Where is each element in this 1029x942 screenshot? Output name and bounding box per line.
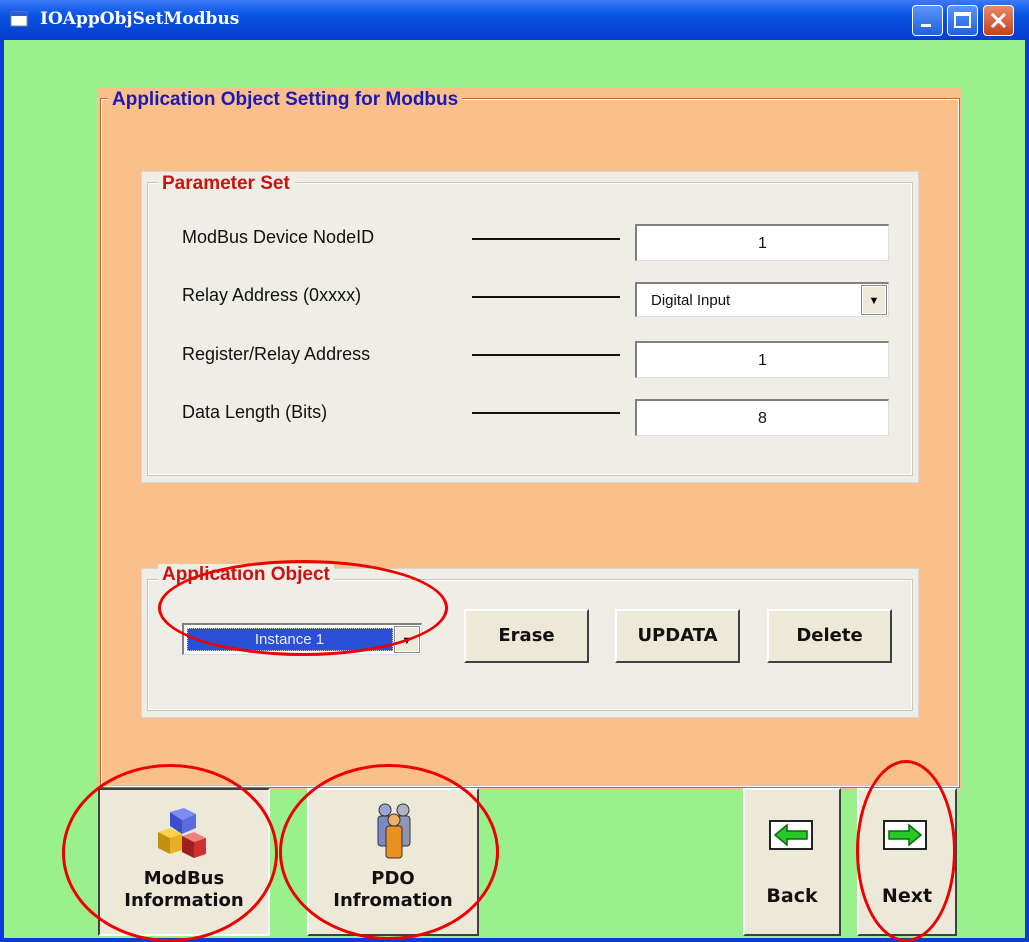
updata-button[interactable]: UPDATA — [615, 609, 740, 663]
parameter-set-panel: Parameter Set ModBus Device NodeID 1 Rel… — [141, 171, 919, 483]
minimize-icon — [921, 24, 931, 27]
back-button[interactable]: Back — [743, 788, 841, 936]
application-object-setting-group: Application Object Setting for Modbus Pa… — [98, 88, 962, 790]
maximize-button[interactable] — [947, 5, 978, 36]
data-length-leader-line — [472, 412, 620, 414]
group-title: Application Object Setting for Modbus — [108, 89, 463, 111]
back-label: Back — [766, 885, 818, 907]
register-address-input[interactable]: 1 — [635, 341, 889, 378]
register-address-leader-line — [472, 354, 620, 356]
chevron-down-icon[interactable]: ▼ — [861, 285, 887, 315]
register-address-label: Register/Relay Address — [182, 344, 371, 364]
annotation-circle-modbus — [62, 764, 278, 942]
nodeid-label: ModBus Device NodeID — [182, 227, 375, 247]
relay-address-label: Relay Address (0xxxx) — [182, 285, 362, 305]
data-length-label: Data Length (Bits) — [182, 402, 328, 422]
erase-button[interactable]: Erase — [464, 609, 589, 663]
relay-address-value: Digital Input — [651, 292, 731, 309]
minimize-button[interactable] — [912, 5, 943, 36]
maximize-icon — [954, 12, 971, 28]
annotation-circle-pdo — [279, 764, 499, 940]
delete-button[interactable]: Delete — [767, 609, 892, 663]
data-length-input[interactable]: 8 — [635, 399, 889, 436]
annotation-circle-next — [856, 760, 956, 942]
nodeid-leader-line — [472, 238, 620, 240]
arrow-left-icon — [769, 820, 813, 850]
window-title: IOAppObjSetModbus — [40, 9, 240, 29]
relay-address-leader-line — [472, 296, 620, 298]
title-bar[interactable]: IOAppObjSetModbus — [0, 0, 1029, 40]
app-icon — [10, 11, 28, 27]
parameter-set-title: Parameter Set — [158, 173, 294, 195]
annotation-circle-instance — [158, 560, 448, 656]
nodeid-input[interactable]: 1 — [635, 224, 889, 261]
close-button[interactable] — [983, 5, 1014, 36]
relay-address-select[interactable]: Digital Input ▼ — [635, 282, 889, 317]
app-window: IOAppObjSetModbus Application Object Set… — [0, 0, 1029, 942]
close-icon — [990, 12, 1007, 29]
